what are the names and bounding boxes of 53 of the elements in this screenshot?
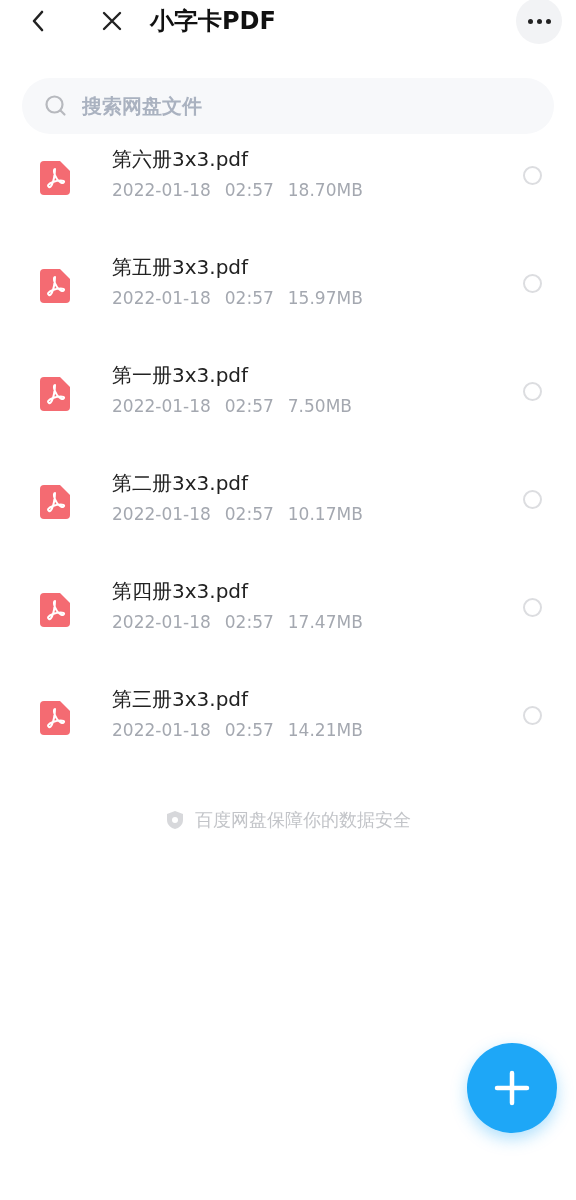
file-row[interactable]: 第六册3x3.pdf 2022-01-18 02:57 18.70MB	[0, 140, 576, 248]
file-name: 第三册3x3.pdf	[112, 686, 250, 713]
shield-icon	[165, 809, 185, 830]
search-field[interactable]: 搜索网盘文件	[22, 78, 554, 134]
file-name: 第二册3x3.pdf	[112, 470, 250, 497]
file-time: 02:57	[224, 287, 274, 310]
select-radio[interactable]	[523, 382, 542, 401]
file-row[interactable]: 第五册3x3.pdf 2022-01-18 02:57 15.97MB	[0, 248, 576, 356]
file-name: 第五册3x3.pdf	[112, 254, 250, 281]
file-size: 10.17MB	[287, 503, 363, 526]
page-title: 小字卡PDF	[150, 6, 276, 37]
file-row[interactable]: 第四册3x3.pdf 2022-01-18 02:57 17.47MB	[0, 572, 576, 680]
file-size: 14.21MB	[287, 719, 363, 742]
select-radio[interactable]	[523, 274, 542, 293]
select-radio[interactable]	[523, 166, 542, 185]
file-name: 第六册3x3.pdf	[112, 146, 250, 173]
file-time: 02:57	[224, 719, 274, 742]
pdf-file-icon	[40, 161, 70, 195]
file-row[interactable]: 第一册3x3.pdf 2022-01-18 02:57 7.50MB	[0, 356, 576, 464]
select-radio[interactable]	[523, 706, 542, 725]
close-icon	[101, 10, 123, 32]
back-icon	[30, 9, 46, 33]
more-icon	[527, 18, 551, 24]
file-size: 18.70MB	[287, 179, 363, 202]
pdf-file-icon	[40, 593, 70, 627]
file-size: 15.97MB	[287, 287, 363, 310]
pdf-file-icon	[40, 701, 70, 735]
pdf-file-icon	[40, 485, 70, 519]
file-date: 2022-01-18	[112, 503, 211, 526]
file-size: 7.50MB	[287, 395, 352, 418]
pdf-file-icon	[40, 377, 70, 411]
file-row[interactable]: 第二册3x3.pdf 2022-01-18 02:57 10.17MB	[0, 464, 576, 572]
file-time: 02:57	[224, 179, 274, 202]
pdf-file-icon	[40, 269, 70, 303]
file-time: 02:57	[224, 611, 274, 634]
file-row[interactable]: 第三册3x3.pdf 2022-01-18 02:57 14.21MB	[0, 680, 576, 788]
file-date: 2022-01-18	[112, 611, 211, 634]
select-radio[interactable]	[523, 490, 542, 509]
file-name: 第四册3x3.pdf	[112, 578, 250, 605]
file-size: 17.47MB	[287, 611, 363, 634]
add-button[interactable]	[467, 1043, 557, 1133]
select-radio[interactable]	[523, 598, 542, 617]
file-time: 02:57	[224, 395, 274, 418]
search-icon	[44, 94, 68, 118]
security-note: 百度网盘保障你的数据安全	[195, 808, 411, 832]
file-date: 2022-01-18	[112, 179, 211, 202]
file-date: 2022-01-18	[112, 395, 211, 418]
more-button[interactable]	[516, 0, 562, 44]
file-name: 第一册3x3.pdf	[112, 362, 250, 389]
file-date: 2022-01-18	[112, 287, 211, 310]
file-date: 2022-01-18	[112, 719, 211, 742]
file-time: 02:57	[224, 503, 274, 526]
plus-icon	[494, 1070, 530, 1106]
